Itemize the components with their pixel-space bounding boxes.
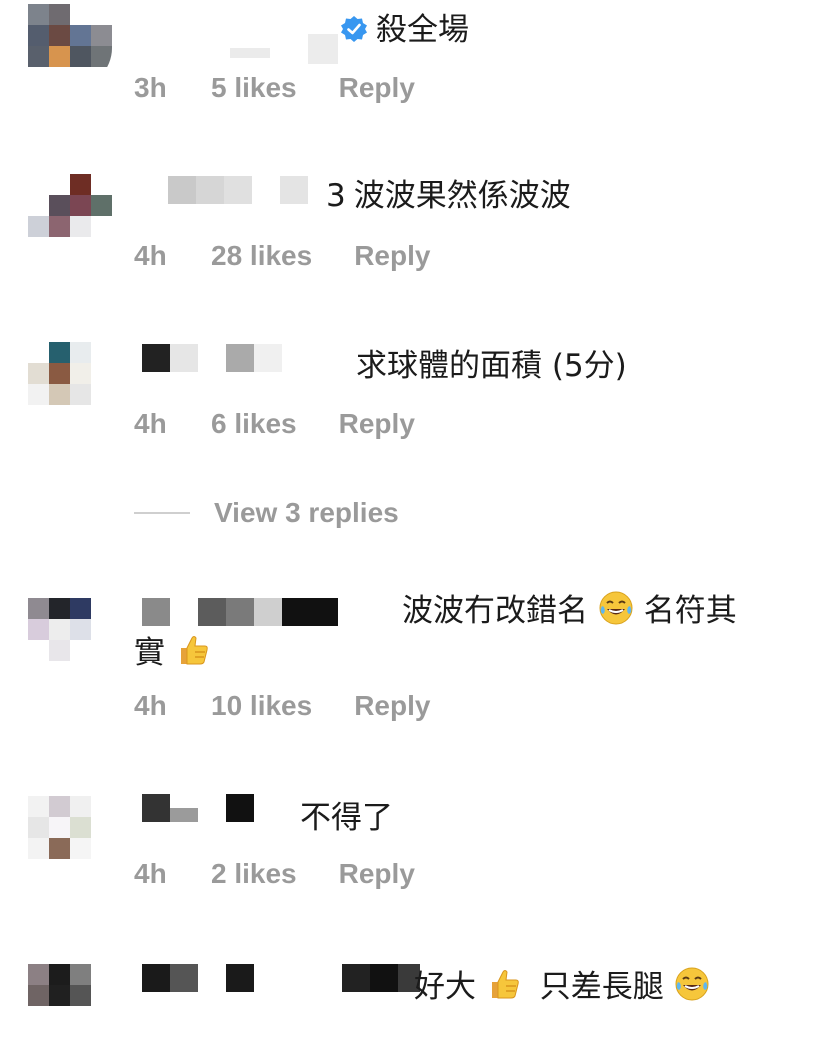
thumbs-up-emoji-icon <box>180 636 208 665</box>
comment-time: 4h <box>134 240 167 271</box>
avatar[interactable] <box>28 4 112 88</box>
view-replies-label: View 3 replies <box>214 497 399 528</box>
comment-text: 波波果然係波波 <box>353 178 571 214</box>
username-redacted[interactable] <box>142 794 254 822</box>
username-redacted[interactable] <box>230 34 338 64</box>
reply-button[interactable]: Reply <box>354 690 430 722</box>
comment-text: 只差長腿 <box>539 969 664 1005</box>
username-redacted[interactable] <box>142 964 420 992</box>
avatar[interactable] <box>28 598 112 682</box>
comment-text: 殺全場 <box>376 12 469 48</box>
avatar[interactable] <box>28 342 112 426</box>
username-redacted[interactable] <box>142 344 282 372</box>
reply-button[interactable]: Reply <box>339 858 415 890</box>
comment-text: 名符其 <box>643 593 737 629</box>
reply-button[interactable]: Reply <box>339 72 415 104</box>
replies-divider <box>134 512 190 514</box>
comment-time: 4h <box>134 858 167 889</box>
verified-badge-icon <box>341 16 367 42</box>
thumbs-up-emoji-icon <box>491 970 519 999</box>
comment-text: 求球體的面積 (5分) <box>356 348 627 384</box>
likes-count[interactable]: 28 likes <box>211 240 312 272</box>
laughing-tears-emoji-icon <box>599 591 633 625</box>
likes-count[interactable]: 2 likes <box>211 858 297 890</box>
reply-button[interactable]: Reply <box>354 240 430 272</box>
comment-text: 不得了 <box>300 800 393 836</box>
likes-count[interactable]: 10 likes <box>211 690 312 722</box>
username-redacted[interactable] <box>168 176 308 204</box>
likes-count[interactable]: 6 likes <box>211 408 297 440</box>
comment-text: 波波冇改錯名 <box>402 593 588 629</box>
laughing-tears-emoji-icon <box>675 967 709 1001</box>
comment-text: 實 <box>134 635 165 671</box>
comment-time: 3h <box>134 72 167 103</box>
likes-count[interactable]: 5 likes <box>211 72 297 104</box>
avatar[interactable] <box>28 174 112 258</box>
username-redacted[interactable] <box>142 598 338 626</box>
comment-text: 好大 <box>414 969 476 1005</box>
comment-time: 4h <box>134 408 167 439</box>
reply-button[interactable]: Reply <box>339 408 415 440</box>
avatar[interactable] <box>28 964 112 1048</box>
comment-time: 4h <box>134 690 167 721</box>
view-replies-button[interactable]: View 3 replies <box>134 497 399 529</box>
avatar[interactable] <box>28 796 112 880</box>
comment-text-fragment: 3 <box>326 178 346 214</box>
